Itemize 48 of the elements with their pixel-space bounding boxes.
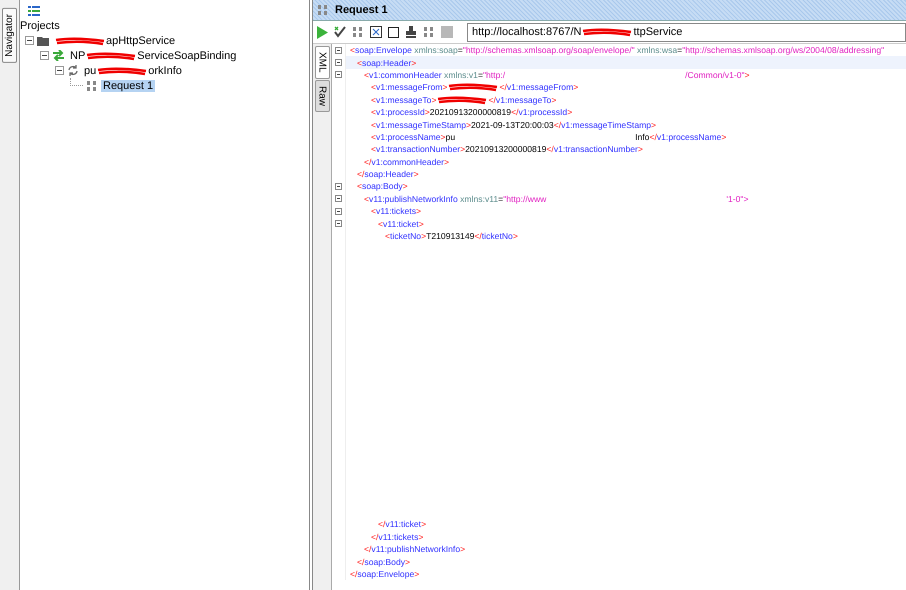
xml-code-line: </soap:Header>: [357, 169, 419, 180]
xml-code-line: <v1:transactionNumber>20210913200000819</v1:transactionNumber>: [371, 144, 643, 154]
xml-code-line: <v1:commonHeader xmlns:v1="http:/ /Common/v1-0">: [364, 70, 750, 80]
redaction-scribble: [448, 82, 498, 92]
xml-code-line: <v1:processId>20210913200000819</v1:processId>: [371, 107, 572, 118]
editor-tab[interactable]: XML: [314, 46, 330, 79]
xml-code-line: <v11:tickets>: [371, 206, 422, 216]
xml-code-line: <v1:processName>pu Info</v1:processName>: [371, 132, 726, 142]
redaction-scribble: [437, 94, 488, 105]
square-icon[interactable]: [388, 26, 399, 38]
tree-item[interactable]: Request 1: [101, 80, 156, 92]
expander-toggle[interactable]: [40, 51, 49, 60]
redaction-scribble: [86, 50, 136, 60]
xml-code-line: </v11:ticket>: [378, 519, 426, 530]
editor-tab[interactable]: Raw: [314, 80, 330, 112]
xml-code-line: <v11:ticket>: [378, 218, 424, 229]
folder-icon: [37, 36, 49, 46]
redaction-scribble: [97, 66, 148, 76]
xml-code-line: <ticketNo>T210913149</ticketNo>: [385, 231, 518, 242]
xml-code-line: </v1:commonHeader>: [364, 156, 450, 167]
url-field[interactable]: http://localhost:8767/N ttpService: [467, 22, 906, 42]
xml-code-line: </soap:Body>: [357, 556, 410, 567]
run-icon[interactable]: [317, 26, 328, 38]
check-icon[interactable]: [334, 26, 346, 38]
stamp-icon[interactable]: [405, 26, 417, 38]
xml-code-line: <v1:messageTimeStamp>2021-09-13T20:00:03</v1:messageTimeStamp>: [371, 120, 656, 130]
list-view-icon[interactable]: [28, 6, 40, 16]
tree-item[interactable]: pu orkInfo: [82, 64, 184, 76]
xml-code-line: </soap:Envelope>: [350, 569, 420, 579]
xml-code-line: <v11:publishNetworkInfo xmlns:v11="http://www '1-0">: [364, 194, 749, 204]
xml-code-line: <soap:Body>: [357, 181, 408, 192]
navigator-tab[interactable]: Navigator: [2, 8, 17, 63]
xml-code-line: </v11:publishNetworkInfo>: [364, 544, 466, 554]
xml-code-line: <soap:Envelope xmlns:soap="http://schemas.xmlsoap.org/soap/envelope/" xmlns:wsa="http://schemas.xmlsoap.org/ws/2004/08/addressing": [350, 45, 884, 56]
xml-code-line: <v1:messageFrom> </v1:messageFrom>: [371, 82, 578, 92]
xml-code-line: <soap:Header>: [357, 58, 416, 68]
redaction-scribble: [582, 27, 632, 37]
xml-code-line: </v11:tickets>: [371, 532, 424, 542]
tree-item[interactable]: NP ServiceSoapBinding: [68, 50, 238, 62]
tree-item[interactable]: apHttpService: [52, 34, 178, 46]
expander-toggle[interactable]: [55, 66, 64, 75]
swap-arrows-icon: [52, 50, 65, 61]
cycle-arrows-icon: [67, 65, 79, 76]
request-title-bar: Request 1: [313, 0, 906, 21]
projects-label: Projects: [20, 19, 61, 33]
xml-code-line: <v1:messageTo> </v1:messageTo>: [371, 94, 556, 105]
expand-window-icon[interactable]: [370, 26, 382, 38]
expander-toggle[interactable]: [25, 36, 34, 45]
